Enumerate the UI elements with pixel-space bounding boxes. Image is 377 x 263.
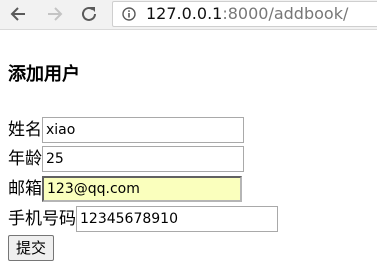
age-row: 年龄	[8, 146, 244, 172]
info-icon[interactable]	[122, 7, 136, 21]
email-label: 邮箱	[8, 179, 42, 199]
forward-arrow-icon[interactable]	[44, 3, 66, 25]
phone-row: 手机号码	[8, 206, 278, 232]
address-bar[interactable]: 127.0.0.1:8000/addbook/	[112, 1, 377, 27]
submit-button[interactable]: 提交	[8, 235, 55, 261]
email-input[interactable]	[42, 176, 242, 202]
email-row: 邮箱	[8, 176, 242, 202]
back-arrow-icon[interactable]	[7, 3, 29, 25]
page-title: 添加用户	[8, 64, 80, 85]
reload-icon[interactable]	[78, 3, 100, 25]
url-path: :8000/addbook/	[222, 4, 349, 23]
age-label: 年龄	[8, 149, 42, 169]
url-host: 127.0.0.1	[146, 4, 223, 23]
phone-input[interactable]	[76, 206, 278, 232]
browser-toolbar: 127.0.0.1:8000/addbook/	[0, 0, 377, 30]
name-input[interactable]	[42, 117, 244, 143]
url-text: 127.0.0.1:8000/addbook/	[146, 4, 348, 24]
name-label: 姓名	[8, 120, 42, 140]
age-input[interactable]	[42, 146, 244, 172]
name-row: 姓名	[8, 117, 244, 143]
phone-label: 手机号码	[8, 209, 76, 229]
